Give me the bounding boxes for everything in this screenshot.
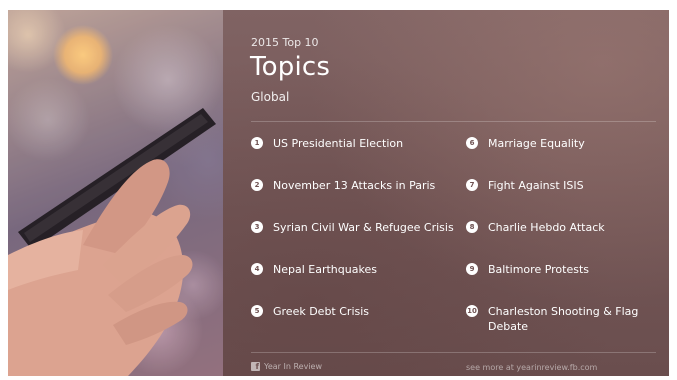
topic-number-badge: 7 xyxy=(466,179,478,191)
footer-brand: f Year In Review xyxy=(251,362,322,371)
topic-label: Charleston Shooting & Flag Debate xyxy=(488,305,639,333)
topic-label: US Presidential Election xyxy=(273,137,404,150)
page-title: Topics xyxy=(250,52,331,82)
topic-item-10: 10 Charleston Shooting & Flag Debate xyxy=(466,304,646,334)
hand-holding-phone-photo xyxy=(8,10,223,376)
header-divider xyxy=(251,121,656,122)
footer-brand-label: Year In Review xyxy=(264,362,322,371)
topic-number-badge: 1 xyxy=(251,137,263,149)
topic-number-badge: 9 xyxy=(466,263,478,275)
year-in-review-card: 2015 Top 10 Topics Global 1 US President… xyxy=(8,10,669,376)
photo-illustration xyxy=(8,10,223,376)
topic-item-9: 9 Baltimore Protests xyxy=(466,262,656,277)
topic-label: Fight Against ISIS xyxy=(488,179,584,192)
topic-label: Charlie Hebdo Attack xyxy=(488,221,605,234)
topic-item-6: 6 Marriage Equality xyxy=(466,136,656,151)
topic-number-badge: 3 xyxy=(251,221,263,233)
topic-number-badge: 2 xyxy=(251,179,263,191)
topic-number-badge: 4 xyxy=(251,263,263,275)
topic-label: Greek Debt Crisis xyxy=(273,305,370,318)
footer-link[interactable]: see more at yearinreview.fb.com xyxy=(466,363,597,372)
facebook-icon: f xyxy=(251,362,260,371)
topic-label: Marriage Equality xyxy=(488,137,585,150)
topic-item-7: 7 Fight Against ISIS xyxy=(466,178,656,193)
topic-item-3: 3 Syrian Civil War & Refugee Crisis xyxy=(251,220,461,235)
year-label: 2015 Top 10 xyxy=(251,36,319,49)
topic-label: November 13 Attacks in Paris xyxy=(273,179,436,192)
footer-divider xyxy=(251,352,656,353)
topic-label: Nepal Earthquakes xyxy=(273,263,377,276)
topic-label: Baltimore Protests xyxy=(488,263,590,276)
topic-item-8: 8 Charlie Hebdo Attack xyxy=(466,220,656,235)
topic-item-1: 1 US Presidential Election xyxy=(251,136,451,151)
topics-panel: 2015 Top 10 Topics Global 1 US President… xyxy=(223,10,669,376)
topic-item-4: 4 Nepal Earthquakes xyxy=(251,262,451,277)
topic-item-2: 2 November 13 Attacks in Paris xyxy=(251,178,451,193)
topic-number-badge: 8 xyxy=(466,221,478,233)
topic-number-badge: 5 xyxy=(251,305,263,317)
topic-number-badge: 6 xyxy=(466,137,478,149)
region-subtitle: Global xyxy=(251,90,290,104)
topic-item-5: 5 Greek Debt Crisis xyxy=(251,304,451,319)
topic-number-badge: 10 xyxy=(466,305,478,317)
topic-label: Syrian Civil War & Refugee Crisis xyxy=(273,221,454,234)
